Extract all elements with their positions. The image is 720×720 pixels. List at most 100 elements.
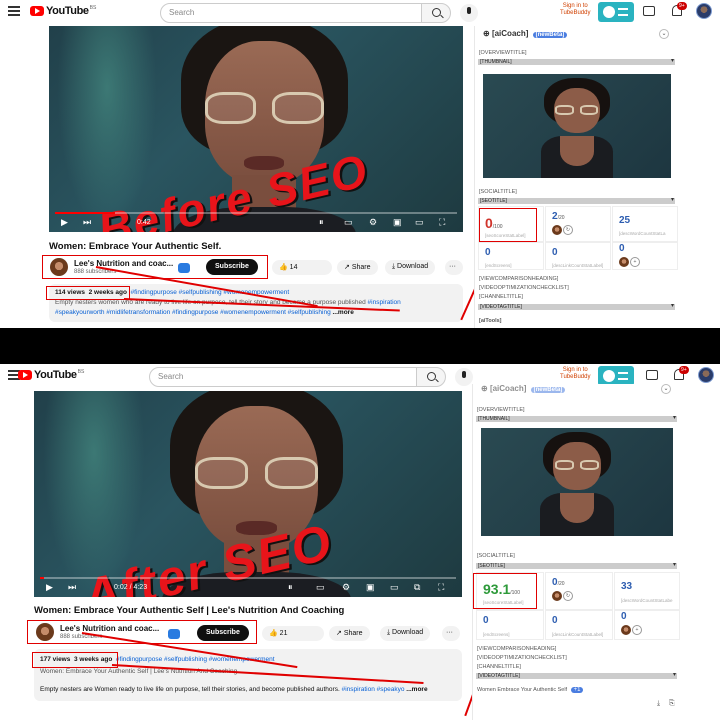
account-avatar[interactable] — [698, 367, 714, 383]
subscribe-button[interactable]: Subscribe — [206, 259, 258, 275]
seo-highlight-box — [479, 208, 537, 242]
download-icon[interactable]: ⤓ — [657, 700, 660, 708]
stat3-label: [descWordCountStatLa — [619, 231, 666, 236]
channel-name[interactable]: Lee's Nutrition and coac... — [60, 624, 159, 633]
stat4-label: [endScreens] — [485, 263, 512, 268]
thumbnail-section[interactable]: [THUMBNAIL] — [476, 415, 677, 422]
mic-icon[interactable] — [455, 368, 473, 386]
youtube-logo[interactable]: YouTube BS — [30, 5, 96, 17]
masthead: YouTube BS Search Sign in to TubeBuddy 9… — [0, 0, 720, 26]
aicoach-panel: ⊕ [aiCoach] [newBeta] ⌄ [OVERVIEWTITLE] … — [472, 384, 680, 720]
notification-badge: 9+ — [679, 366, 689, 374]
beta-badge: [newBeta] — [530, 387, 566, 393]
more-link[interactable]: ...more — [406, 686, 427, 693]
beta-badge: [newBeta] — [532, 32, 568, 38]
aitools-label[interactable]: [aiTools] — [479, 318, 502, 324]
autoplay-toggle[interactable]: ⏸ — [288, 582, 293, 593]
theater-icon[interactable]: ▭ — [415, 217, 424, 228]
video-player[interactable]: Before SEO ▶ ⏭ 0:42 ⏸ ▭ ⚙ ▣ ▭ ⛶ — [49, 26, 463, 232]
next-button[interactable]: ⏭ — [68, 582, 76, 593]
tubebuddy-button[interactable] — [598, 2, 634, 22]
channel-name[interactable]: Lee's Nutrition and coac... — [74, 259, 173, 268]
signin-line2: TubeBuddy — [560, 10, 591, 16]
more-actions-button[interactable]: ··· — [445, 260, 463, 275]
youtube-play-icon — [18, 370, 32, 380]
more-link[interactable]: ...more — [333, 309, 354, 316]
progress-bar[interactable] — [55, 212, 457, 214]
attach-icon[interactable]: ⎘ — [669, 700, 675, 708]
subtitles-icon[interactable]: ▭ — [344, 217, 353, 228]
title-suggestion-row[interactable]: Women Embrace Your Authentic Self +1 — [477, 687, 584, 693]
description-tag[interactable]: #inspiration — [368, 299, 401, 306]
like-count: 14 — [289, 264, 298, 271]
mic-icon[interactable] — [460, 4, 478, 22]
tubebuddy-channel-icon[interactable] — [168, 629, 180, 639]
before-panel: YouTube BS Search Sign in to TubeBuddy 9… — [0, 0, 720, 328]
notification-badge: 9+ — [677, 2, 687, 10]
collapse-icon[interactable]: ⌄ — [661, 384, 671, 394]
fullscreen-icon[interactable]: ⛶ — [438, 582, 444, 593]
optimization-label[interactable]: [VIDEOOPTIMIZATIONCHECKLIST] — [479, 285, 569, 291]
viewcomparison-label[interactable]: [VIEWCOMPARISONHEADING] — [477, 646, 556, 652]
tubebuddy-button[interactable] — [598, 366, 634, 386]
share-button[interactable]: ↗ Share — [337, 260, 378, 275]
description-tags[interactable]: #inspiration #speakyo — [342, 686, 405, 693]
description-hashtags[interactable]: #speakyourworth #midlifetransformation #… — [55, 309, 331, 316]
create-icon[interactable] — [646, 370, 658, 380]
viewcomparison-label[interactable]: [VIEWCOMPARISONHEADING] — [479, 276, 558, 282]
description-text: Empty nesters are Women ready to live li… — [40, 686, 340, 693]
search-button[interactable] — [421, 3, 451, 23]
seo-section[interactable]: [SEOTITLE] — [476, 562, 677, 569]
download-button[interactable]: ⤓ Download — [380, 626, 431, 641]
settings-icon[interactable]: ⚙ — [342, 582, 350, 593]
aicoach-header[interactable]: ⊕ [aiCoach] [newBeta] — [483, 29, 568, 38]
create-icon[interactable] — [643, 6, 655, 16]
channel-label[interactable]: [CHANNELTITLE] — [479, 294, 523, 300]
after-panel: YouTube BS Search Sign in to TubeBuddy 9… — [0, 364, 720, 720]
tubebuddy-signin[interactable]: Sign in to TubeBuddy — [560, 3, 590, 17]
thumbnail-section[interactable]: [THUMBNAIL] — [478, 58, 675, 65]
stat-card-4: 0 [endScreens] — [478, 242, 544, 270]
search-button[interactable] — [416, 367, 446, 387]
more-actions-button[interactable]: ··· — [442, 626, 460, 641]
miniplayer-icon[interactable]: ▣ — [366, 582, 375, 593]
next-button[interactable]: ⏭ — [83, 217, 91, 228]
stat-card-6: 0 + — [614, 610, 680, 640]
menu-icon[interactable] — [8, 6, 20, 16]
aicoach-header[interactable]: ⊕ [aiCoach] [newBeta] — [481, 384, 566, 393]
like-button[interactable]: 👍 14 — [272, 260, 332, 275]
videotag-section[interactable]: [VIDEOTAGTITLE] — [476, 672, 677, 679]
channel-avatar[interactable] — [36, 623, 54, 641]
like-count: 21 — [279, 630, 288, 637]
play-button[interactable]: ▶ — [61, 217, 68, 228]
channel-label[interactable]: [CHANNELTITLE] — [477, 664, 521, 670]
account-avatar[interactable] — [696, 3, 712, 19]
channel-avatar[interactable] — [50, 258, 68, 276]
autoplay-toggle[interactable]: ⏸ — [319, 217, 324, 228]
collapse-icon[interactable]: ⌄ — [659, 29, 669, 39]
tubebuddy-channel-icon[interactable] — [178, 263, 190, 273]
subscribe-button[interactable]: Subscribe — [197, 625, 249, 641]
cast-icon[interactable]: ⧉ — [414, 582, 420, 593]
stat-card-2: 0/20 ↻ — [545, 572, 613, 610]
miniplayer-icon[interactable]: ▣ — [393, 217, 402, 228]
optimization-label[interactable]: [VIDEOOPTIMIZATIONCHECKLIST] — [477, 655, 567, 661]
settings-icon[interactable]: ⚙ — [369, 217, 377, 228]
theater-icon[interactable]: ▭ — [390, 582, 399, 593]
subtitles-icon[interactable]: ▭ — [316, 582, 325, 593]
like-button[interactable]: 👍 21 — [262, 626, 324, 641]
fullscreen-icon[interactable]: ⛶ — [439, 217, 445, 228]
search-input[interactable]: Search — [160, 3, 422, 23]
seo-section[interactable]: [SEOTITLE] — [478, 197, 675, 204]
search-input[interactable]: Search — [149, 367, 417, 387]
tubebuddy-signin[interactable]: Sign in to TubeBuddy — [560, 367, 590, 381]
social-label: [SOCIALTITLE] — [477, 553, 515, 559]
share-button[interactable]: ↗ Share — [329, 626, 370, 641]
download-button[interactable]: ⤓ Download — [385, 260, 436, 275]
youtube-logo[interactable]: YouTube BS — [18, 369, 84, 381]
progress-bar[interactable] — [40, 577, 456, 579]
play-button[interactable]: ▶ — [46, 582, 53, 593]
videotag-section[interactable]: [VIDEOTAGTITLE] — [478, 303, 675, 310]
views-highlight-box — [32, 652, 118, 668]
video-player[interactable]: After SEO ▶ ⏭ 0:02 / 4:23 ⏸ ▭ ⚙ ▣ ▭ ⧉ ⛶ — [34, 391, 462, 597]
